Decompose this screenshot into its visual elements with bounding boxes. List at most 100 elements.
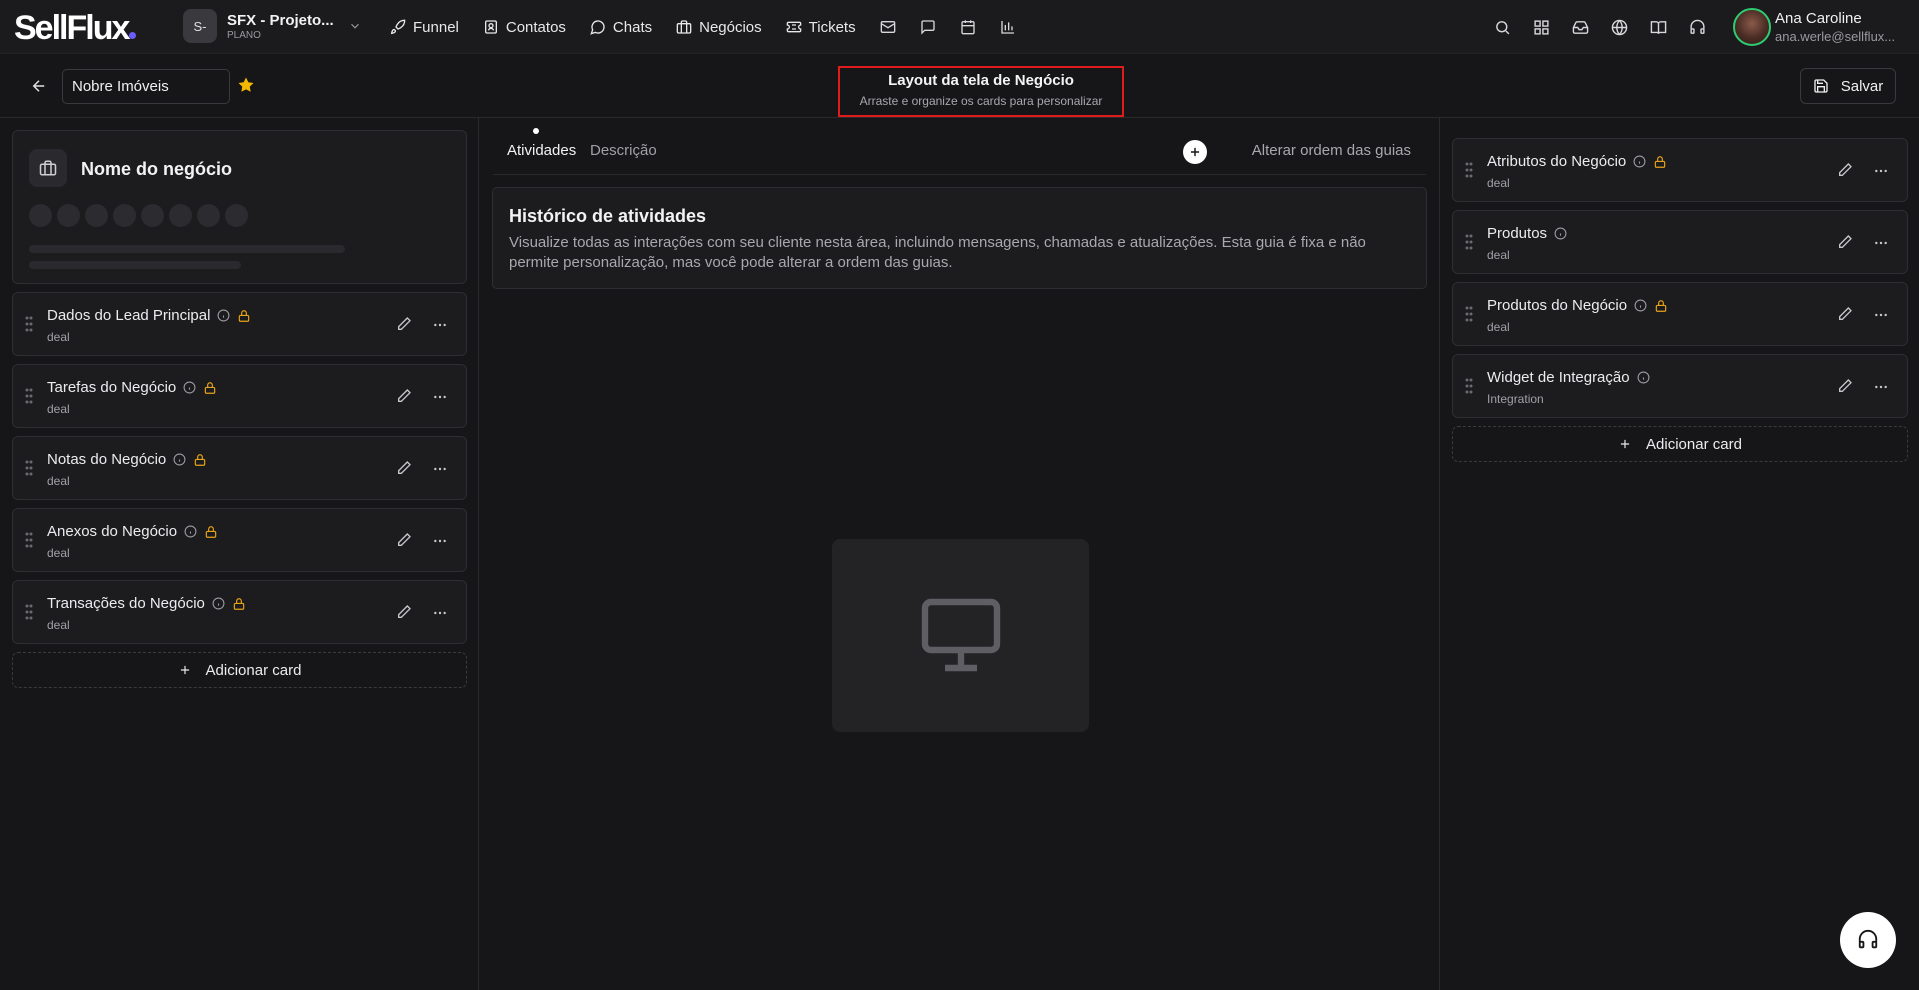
avatar	[1733, 8, 1771, 46]
inbox-icon[interactable]	[1572, 19, 1589, 36]
calendar-icon[interactable]	[960, 19, 976, 35]
headset-icon	[1858, 930, 1878, 949]
nav-item-negocios[interactable]: Negócios	[676, 19, 762, 36]
drag-handle-icon[interactable]	[1465, 233, 1473, 251]
drag-handle-icon[interactable]	[25, 459, 33, 477]
info-icon[interactable]	[1634, 299, 1647, 312]
active-tab-indicator	[533, 128, 539, 134]
add-card-button[interactable]: Adicionar card	[1452, 426, 1908, 462]
support-chat-button[interactable]	[1840, 912, 1896, 968]
nav-item-chats[interactable]: Chats	[590, 19, 652, 36]
message-icon[interactable]	[920, 19, 936, 35]
project-selector[interactable]: S- SFX - Projeto... PLANO	[183, 9, 362, 43]
project-plan: PLANO	[227, 29, 261, 41]
info-icon[interactable]	[183, 381, 196, 394]
user-menu[interactable]: Ana Caroline ana.werle@sellflux...	[1733, 8, 1895, 46]
more-horizontal-icon[interactable]	[432, 389, 448, 405]
info-icon[interactable]	[173, 453, 186, 466]
drag-handle-icon[interactable]	[25, 387, 33, 405]
drag-handle-icon[interactable]	[1465, 161, 1473, 179]
nav-item-funnel[interactable]: Funnel	[390, 19, 459, 36]
more-horizontal-icon[interactable]	[1873, 379, 1889, 395]
add-tab-button[interactable]	[1183, 140, 1207, 164]
card-title: Dados do Lead Principal	[47, 307, 211, 324]
info-icon[interactable]	[1633, 155, 1646, 168]
more-horizontal-icon[interactable]	[1873, 307, 1889, 323]
drag-handle-icon[interactable]	[1465, 377, 1473, 395]
user-name: Ana Caroline	[1775, 10, 1862, 27]
drag-handle-icon[interactable]	[25, 531, 33, 549]
mail-icon[interactable]	[880, 19, 896, 35]
more-horizontal-icon[interactable]	[1873, 235, 1889, 251]
pencil-icon[interactable]	[396, 532, 412, 548]
layout-card[interactable]: Tarefas do Negócio deal	[12, 364, 467, 428]
pencil-icon[interactable]	[396, 388, 412, 404]
layout-card[interactable]: Produtos do Negócio deal	[1452, 282, 1908, 346]
card-title: Transações do Negócio	[47, 595, 205, 612]
layout-card[interactable]: Notas do Negócio deal	[12, 436, 467, 500]
lock-icon	[1654, 299, 1668, 313]
search-icon[interactable]	[1494, 19, 1511, 36]
lock-icon	[237, 309, 251, 323]
more-horizontal-icon[interactable]	[432, 605, 448, 621]
more-horizontal-icon[interactable]	[1873, 163, 1889, 179]
save-button[interactable]: Salvar	[1800, 68, 1896, 104]
layout-card[interactable]: Produtos deal	[1452, 210, 1908, 274]
reorder-tabs-link[interactable]: Alterar ordem das guias	[1252, 142, 1411, 159]
card-title: Anexos do Negócio	[47, 523, 178, 540]
save-label: Salvar	[1840, 77, 1884, 95]
more-horizontal-icon[interactable]	[432, 317, 448, 333]
bar-chart-icon[interactable]	[1000, 19, 1016, 35]
layout-card[interactable]: Anexos do Negócio deal	[12, 508, 467, 572]
card-type: deal	[47, 402, 70, 416]
drag-handle-icon[interactable]	[25, 315, 33, 333]
card-type: deal	[47, 330, 70, 344]
user-email: ana.werle@sellflux...	[1775, 29, 1896, 44]
info-icon[interactable]	[184, 525, 197, 538]
globe-icon[interactable]	[1611, 19, 1628, 36]
info-icon[interactable]	[217, 309, 230, 322]
info-icon[interactable]	[1637, 371, 1650, 384]
deal-name-input[interactable]	[62, 69, 230, 104]
right-column: Atributos do Negócio deal Produtos deal …	[1440, 118, 1919, 990]
card-type: deal	[47, 474, 70, 488]
skeleton-line	[29, 245, 345, 253]
pencil-icon[interactable]	[396, 316, 412, 332]
contact-icon	[484, 20, 497, 34]
layout-card[interactable]: Atributos do Negócio deal	[1452, 138, 1908, 202]
tab-descricao[interactable]: Descrição	[590, 142, 657, 159]
deal-title: Nome do negócio	[81, 159, 233, 179]
drag-handle-icon[interactable]	[25, 603, 33, 621]
book-icon[interactable]	[1650, 19, 1667, 36]
save-icon	[1814, 79, 1828, 93]
project-badge: S-	[183, 9, 217, 43]
back-arrow-icon[interactable]	[30, 77, 48, 95]
left-column: Nome do negócio Dados do Lead Principal …	[0, 118, 479, 990]
pencil-icon[interactable]	[1837, 378, 1853, 394]
monitor-placeholder	[832, 539, 1089, 732]
skeleton-line	[29, 261, 241, 269]
info-icon[interactable]	[212, 597, 225, 610]
layout-card[interactable]: Widget de Integração Integration	[1452, 354, 1908, 418]
nav-item-tickets[interactable]: Tickets	[786, 19, 856, 36]
card-title: Atributos do Negócio	[1487, 153, 1627, 170]
nav-item-contatos[interactable]: Contatos	[483, 19, 566, 36]
add-card-button[interactable]: Adicionar card	[12, 652, 467, 688]
pencil-icon[interactable]	[396, 460, 412, 476]
star-icon[interactable]	[237, 76, 255, 94]
info-icon[interactable]	[1554, 227, 1567, 240]
apps-grid-icon[interactable]	[1533, 19, 1550, 36]
drag-handle-icon[interactable]	[1465, 305, 1473, 323]
tab-atividades[interactable]: Atividades	[507, 142, 576, 159]
pencil-icon[interactable]	[1837, 306, 1853, 322]
layout-card[interactable]: Transações do Negócio deal	[12, 580, 467, 644]
layout-card[interactable]: Dados do Lead Principal deal	[12, 292, 467, 356]
more-horizontal-icon[interactable]	[432, 461, 448, 477]
pencil-icon[interactable]	[396, 604, 412, 620]
headset-icon[interactable]	[1689, 19, 1706, 36]
pencil-icon[interactable]	[1837, 234, 1853, 250]
more-horizontal-icon[interactable]	[432, 533, 448, 549]
app-logo[interactable]: SellFlux	[14, 9, 137, 48]
pencil-icon[interactable]	[1837, 162, 1853, 178]
page-subtitle: Arraste e organize os cards para persona…	[859, 94, 1103, 108]
